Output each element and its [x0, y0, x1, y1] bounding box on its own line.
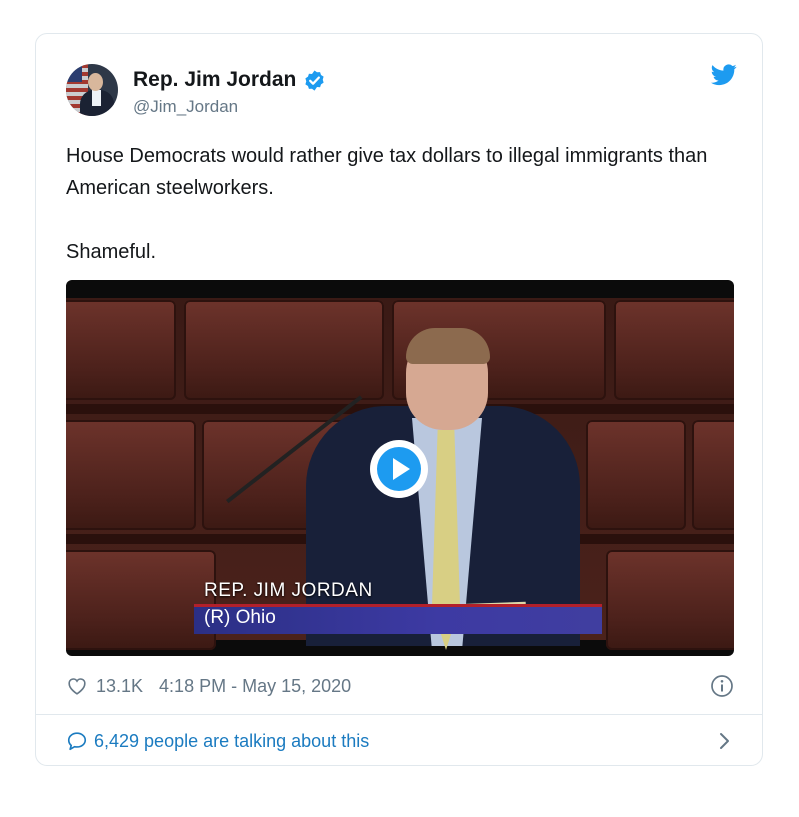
- tweet-text: House Democrats would rather give tax do…: [66, 140, 726, 268]
- tweet-meta: 13.1K 4:18 PM - May 15, 2020: [66, 674, 734, 698]
- tweet-embed-card[interactable]: Rep. Jim Jordan @Jim_Jordan House Democr…: [35, 33, 763, 766]
- chevron-right-icon[interactable]: [714, 730, 734, 752]
- heart-outline-icon[interactable]: [66, 675, 88, 697]
- tweet-timestamp[interactable]: 4:18 PM - May 15, 2020: [159, 676, 351, 697]
- play-icon: [393, 458, 410, 480]
- twitter-bird-icon[interactable]: [711, 64, 737, 86]
- tweet-text-line: Shameful.: [66, 241, 157, 263]
- like-count[interactable]: 13.1K: [96, 676, 143, 697]
- author-row: Rep. Jim Jordan: [133, 68, 326, 92]
- play-button[interactable]: [370, 440, 428, 498]
- divider: [36, 714, 762, 715]
- lower-third-name: REP. JIM JORDAN: [204, 580, 373, 601]
- verified-badge-icon: [305, 69, 324, 91]
- info-circle-icon[interactable]: [710, 674, 734, 698]
- lower-third-subtitle: (R) Ohio: [204, 607, 276, 628]
- author-name[interactable]: Rep. Jim Jordan: [133, 68, 296, 92]
- author-handle[interactable]: @Jim_Jordan: [133, 97, 238, 117]
- conversation-link[interactable]: 6,429 people are talking about this: [66, 728, 734, 754]
- conversation-count-text[interactable]: 6,429 people are talking about this: [94, 731, 369, 752]
- video-player[interactable]: REP. JIM JORDAN (R) Ohio: [66, 280, 734, 656]
- speech-bubble-icon: [67, 732, 87, 751]
- tweet-header: Rep. Jim Jordan @Jim_Jordan: [66, 64, 737, 120]
- tweet-text-line: House Democrats would rather give tax do…: [66, 145, 708, 199]
- avatar[interactable]: [66, 64, 118, 116]
